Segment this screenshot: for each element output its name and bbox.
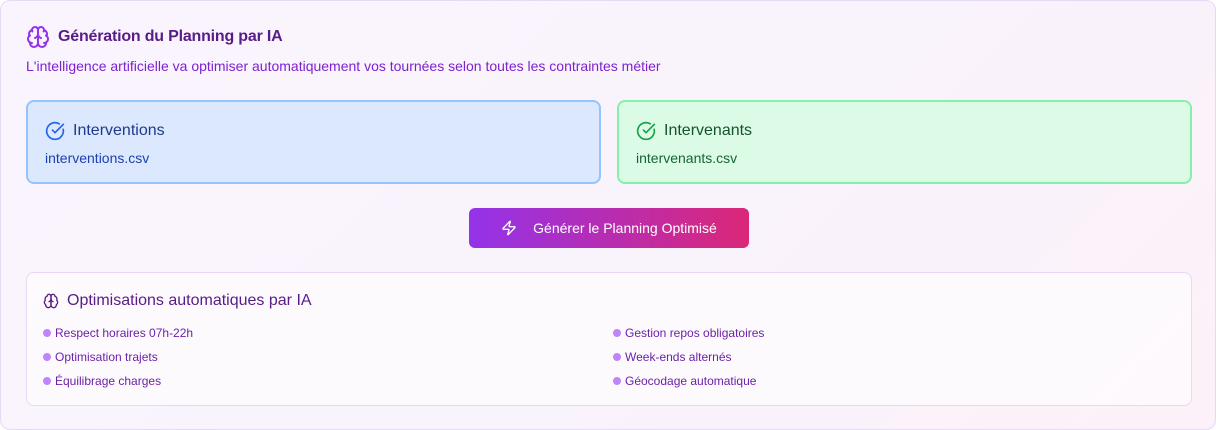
check-circle-icon — [45, 121, 65, 141]
optimisations-panel: Optimisations automatiques par IA Respec… — [26, 272, 1192, 406]
optimisation-label: Gestion repos obligatoires — [625, 326, 765, 340]
intervenants-title-row: Intervenants — [636, 121, 1174, 141]
brain-icon — [26, 25, 50, 49]
optimisation-label: Optimisation trajets — [55, 350, 158, 364]
bullet-dot — [613, 377, 621, 385]
interventions-title-row: Interventions — [45, 121, 583, 141]
check-circle-icon — [636, 121, 656, 141]
optimisation-label: Géocodage automatique — [625, 374, 757, 388]
planning-generation-card: Génération du Planning par IA L'intellig… — [0, 0, 1216, 430]
card-header: Génération du Planning par IA — [26, 25, 283, 49]
title-row: Génération du Planning par IA — [26, 25, 283, 49]
optimisation-item: Équilibrage charges — [43, 374, 161, 388]
interventions-filename: interventions.csv — [45, 150, 150, 166]
bullet-dot — [613, 353, 621, 361]
optimisation-item: Géocodage automatique — [613, 374, 756, 388]
page-title: Génération du Planning par IA — [58, 28, 283, 45]
optimisation-label: Respect horaires 07h-22h — [55, 326, 194, 340]
interventions-file-card: Interventions interventions.csv — [26, 100, 601, 184]
bullet-dot — [43, 377, 51, 385]
intervenants-filename: intervenants.csv — [636, 150, 738, 166]
brain-icon — [43, 293, 59, 309]
optimisation-label: Équilibrage charges — [55, 374, 162, 388]
optimisation-item: Respect horaires 07h-22h — [43, 326, 193, 340]
generate-planning-button[interactable]: Générer le Planning Optimisé — [469, 208, 749, 248]
optimisation-label: Week-ends alternés — [625, 350, 732, 364]
intervenants-file-card: Intervenants intervenants.csv — [617, 100, 1192, 184]
bullet-dot — [43, 329, 51, 337]
optimisation-item: Week-ends alternés — [613, 350, 732, 364]
bullet-dot — [43, 353, 51, 361]
optimisations-header: Optimisations automatiques par IA — [43, 292, 312, 310]
interventions-title: Interventions — [73, 122, 165, 139]
optimisation-item: Gestion repos obligatoires — [613, 326, 764, 340]
zap-icon — [501, 220, 517, 236]
optimisations-title: Optimisations automatiques par IA — [67, 292, 312, 309]
page-subtitle: L'intelligence artificielle va optimiser… — [26, 58, 661, 74]
intervenants-title: Intervenants — [664, 122, 753, 139]
bullet-dot — [613, 329, 621, 337]
generate-button-label: Générer le Planning Optimisé — [533, 220, 717, 236]
optimisation-item: Optimisation trajets — [43, 350, 158, 364]
